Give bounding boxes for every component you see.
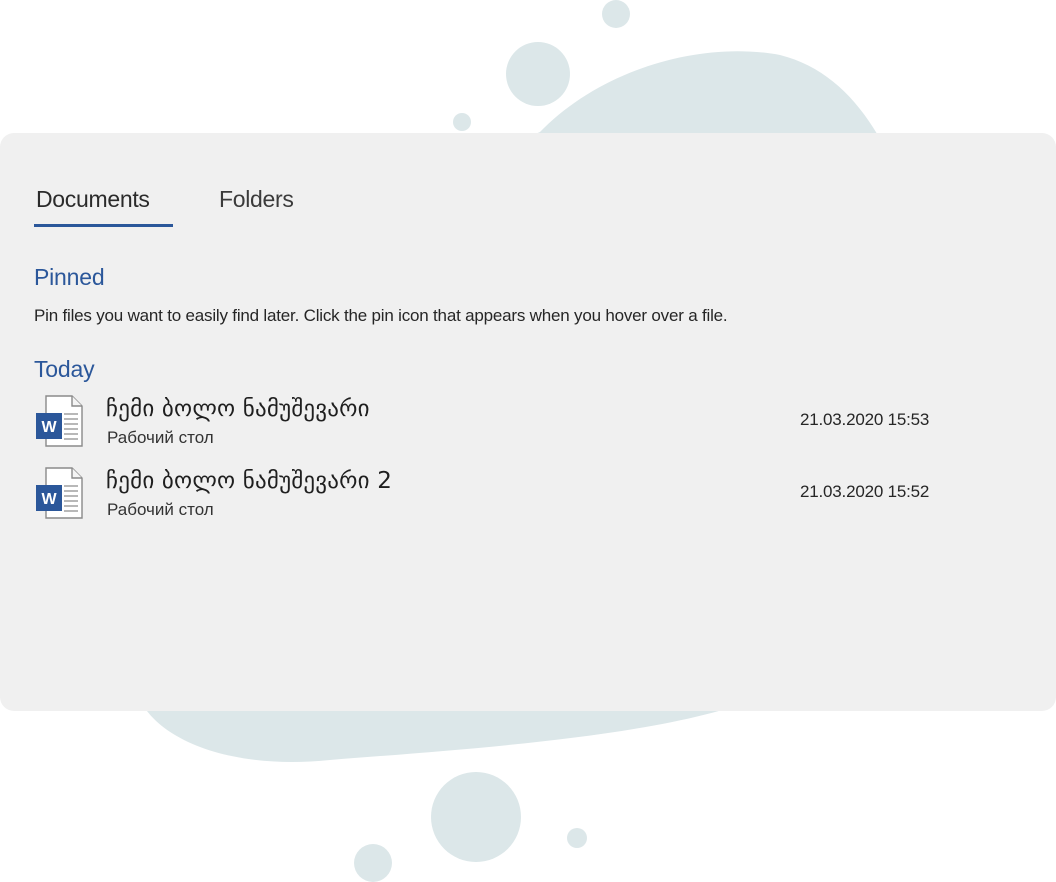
tab-documents[interactable]: Documents: [34, 186, 173, 227]
bubble: [431, 772, 521, 862]
bubble: [506, 42, 570, 106]
file-modified-date: 21.03.2020 15:52: [800, 482, 930, 501]
tab-bar: Documents Folders: [34, 186, 294, 227]
pinned-description: Pin files you want to easily find later.…: [34, 306, 728, 325]
file-name: ჩემი ბოლო ნამუშევარი 2: [106, 468, 393, 494]
bubble: [602, 0, 630, 28]
file-name: ჩემი ბოლო ნამუშევარი: [106, 396, 370, 422]
word-document-icon: W: [36, 395, 83, 447]
bubble: [354, 844, 392, 882]
file-row[interactable]: W ჩემი ბოლო ნამუშევარი Рабочий стол 21.0…: [34, 394, 964, 456]
stage: Documents Folders Pinned Pin files you w…: [0, 0, 1056, 882]
word-icon-letter: W: [41, 491, 57, 508]
file-location: Рабочий стол: [107, 500, 214, 519]
word-document-icon: W: [36, 467, 83, 519]
bubble: [567, 828, 587, 848]
file-location: Рабочий стол: [107, 428, 214, 447]
bubble: [453, 113, 471, 131]
file-row[interactable]: W ჩემი ბოლო ნამუშევარი 2 Рабочий стол 21…: [34, 466, 964, 528]
word-icon-letter: W: [41, 419, 57, 436]
file-modified-date: 21.03.2020 15:53: [800, 410, 930, 429]
tab-folders[interactable]: Folders: [217, 186, 294, 227]
pinned-heading: Pinned: [34, 264, 105, 290]
today-heading: Today: [34, 356, 95, 382]
